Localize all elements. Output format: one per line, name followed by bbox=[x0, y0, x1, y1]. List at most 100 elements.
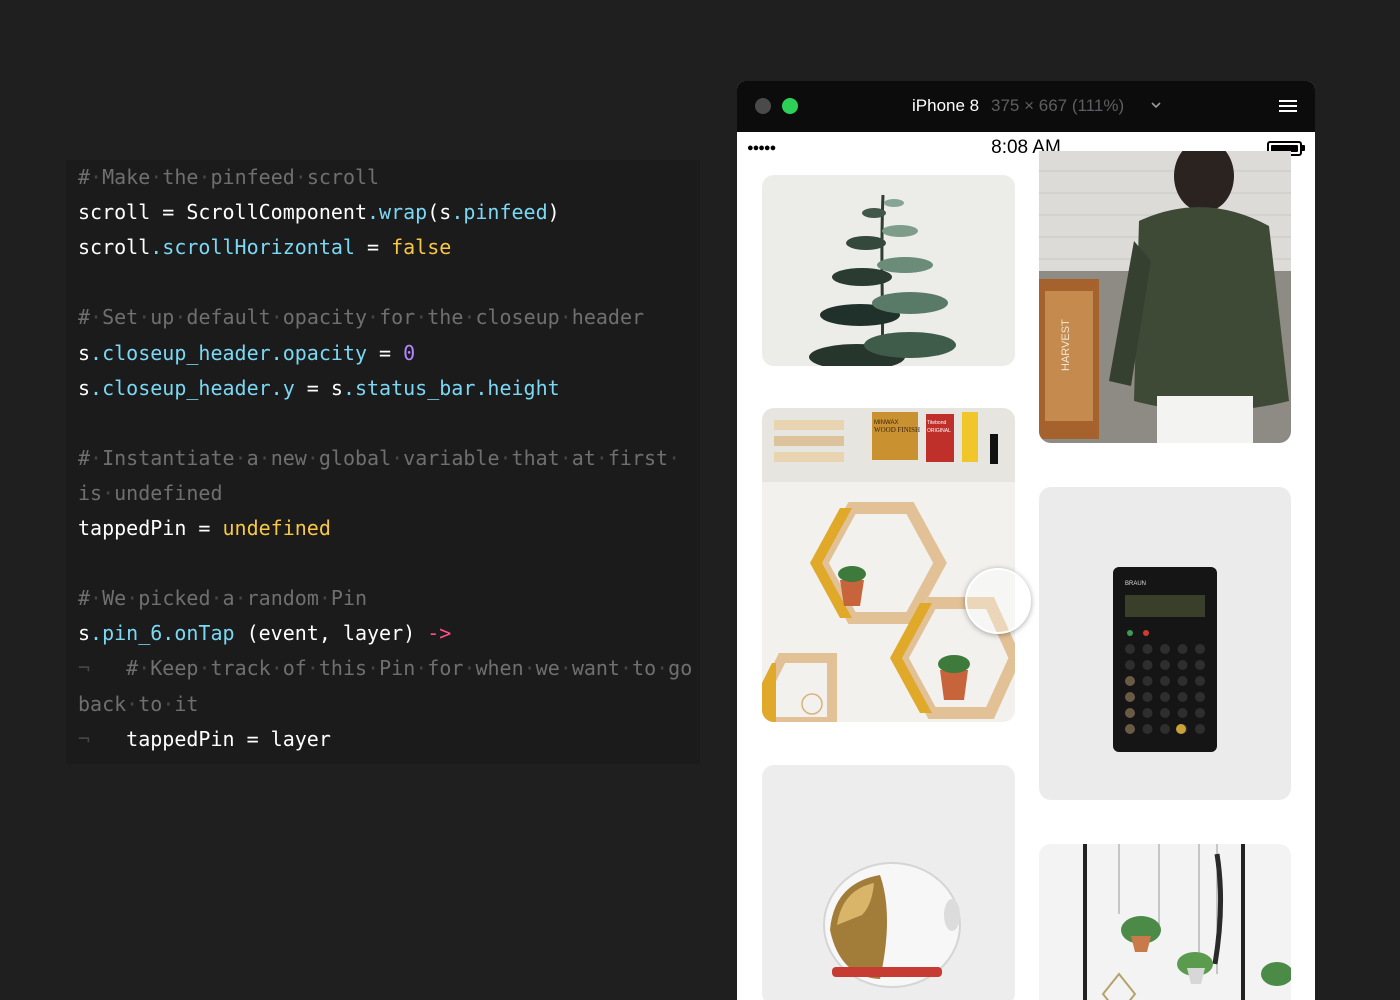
close-window-button[interactable] bbox=[755, 98, 771, 114]
svg-text:Titebond: Titebond bbox=[927, 420, 946, 426]
tap-cursor-indicator bbox=[965, 568, 1031, 634]
code-token: a bbox=[222, 586, 235, 611]
code-editor[interactable]: #·Make·the·pinfeed·scroll scroll = Scroll… bbox=[66, 160, 700, 764]
code-token: to bbox=[138, 691, 163, 716]
code-token: tappedPin = layer bbox=[126, 726, 331, 751]
code-line[interactable]: is·undefined bbox=[78, 476, 223, 511]
device-preview-window: iPhone 8 375 × 667 (111%) ●●●●● 8:08 AM bbox=[737, 81, 1315, 1000]
device-name[interactable]: iPhone 8 bbox=[912, 96, 979, 116]
whitespace-marker: · bbox=[90, 305, 103, 330]
code-token: up bbox=[150, 305, 175, 330]
whitespace-marker: · bbox=[318, 586, 331, 611]
code-line[interactable]: tappedPin = undefined bbox=[78, 511, 331, 546]
code-line[interactable]: #·Instantiate·a·new·global·variable·that… bbox=[78, 441, 680, 476]
pin-hanging-planters[interactable] bbox=[1039, 844, 1291, 1000]
astronaut-helmet-image bbox=[762, 765, 1015, 1000]
calculator-key bbox=[1177, 644, 1188, 654]
whitespace-marker: · bbox=[90, 445, 103, 470]
code-token: new bbox=[270, 445, 307, 470]
whitespace-marker: · bbox=[270, 305, 283, 330]
code-token: # bbox=[78, 445, 91, 470]
calculator-key bbox=[1195, 708, 1205, 718]
code-token: a bbox=[246, 445, 259, 470]
calculator-key bbox=[1125, 724, 1135, 734]
code-line[interactable]: s.closeup_header.opacity = 0 bbox=[78, 336, 415, 371]
code-token: for bbox=[379, 305, 416, 330]
code-token: # bbox=[78, 305, 91, 330]
calculator-key bbox=[1160, 692, 1170, 702]
whitespace-marker: · bbox=[559, 656, 572, 681]
code-token: pinfeed bbox=[210, 165, 295, 189]
code-token: default bbox=[186, 305, 271, 330]
code-token: .scrollHorizontal bbox=[150, 235, 355, 260]
whitespace-marker: ¬ bbox=[78, 656, 127, 681]
pin-astronaut-helmet[interactable] bbox=[762, 765, 1015, 1000]
code-line[interactable]: s.pin_6.onTap (event, layer) -> bbox=[78, 616, 451, 651]
code-token: .opacity bbox=[270, 340, 367, 365]
whitespace-marker: · bbox=[174, 305, 187, 330]
hanging-planters-image bbox=[1039, 844, 1291, 1000]
code-token: ) bbox=[547, 200, 560, 225]
code-token: .y bbox=[270, 375, 295, 400]
code-token: -> bbox=[427, 621, 452, 646]
whitespace-marker: · bbox=[306, 445, 319, 470]
whitespace-marker: · bbox=[102, 480, 115, 505]
whitespace-marker: · bbox=[415, 305, 428, 330]
code-line[interactable]: scroll = ScrollComponent.wrap(s.pinfeed) bbox=[78, 195, 560, 230]
device-size-label[interactable]: 375 × 667 (111%) bbox=[991, 96, 1124, 116]
zoom-window-button[interactable] bbox=[782, 98, 798, 114]
chevron-down-icon[interactable] bbox=[1149, 98, 1163, 112]
code-token: global bbox=[318, 445, 392, 470]
code-token: Make bbox=[102, 165, 151, 189]
svg-text:HARVEST: HARVEST bbox=[1060, 319, 1072, 371]
code-token: when bbox=[475, 656, 524, 681]
svg-text:ORIGINAL: ORIGINAL bbox=[927, 428, 951, 434]
whitespace-marker: · bbox=[656, 656, 669, 681]
code-token: scroll bbox=[78, 235, 151, 260]
whitespace-marker: · bbox=[463, 305, 476, 330]
calculator-key bbox=[1125, 644, 1135, 654]
whitespace-marker: · bbox=[415, 656, 428, 681]
code-line[interactable]: #·Make·the·pinfeed·scroll bbox=[78, 160, 379, 195]
code-token: = bbox=[367, 340, 404, 365]
pin-green-sweater[interactable]: HARVEST bbox=[1039, 151, 1291, 443]
whitespace-marker: · bbox=[210, 586, 223, 611]
whitespace-marker: · bbox=[162, 691, 175, 716]
whitespace-marker: · bbox=[198, 656, 211, 681]
code-token: tappedPin bbox=[78, 516, 187, 540]
calculator-key bbox=[1125, 660, 1135, 670]
code-token: s bbox=[330, 375, 343, 400]
code-line[interactable]: ¬ tappedPin = layer bbox=[78, 722, 331, 757]
code-token: scroll bbox=[78, 200, 151, 225]
code-token: want bbox=[571, 656, 620, 681]
code-token: undefined bbox=[222, 516, 331, 540]
pin-plant-stem[interactable] bbox=[762, 175, 1015, 366]
pin-calculator[interactable]: BRAUN bbox=[1039, 487, 1291, 800]
code-line[interactable]: ¬ #·Keep·track·of·this·Pin·for·when·we·w… bbox=[78, 651, 692, 686]
code-line[interactable]: scroll.scrollHorizontal = false bbox=[78, 230, 451, 265]
code-token: # bbox=[78, 586, 91, 611]
code-token: ScrollComponent bbox=[186, 200, 367, 225]
whitespace-marker: · bbox=[150, 165, 163, 189]
code-token: the bbox=[427, 305, 464, 330]
code-line[interactable]: back·to·it bbox=[78, 687, 198, 722]
whitespace-marker: ¬ bbox=[78, 726, 127, 751]
whitespace-marker: · bbox=[90, 165, 103, 189]
code-token: opacity bbox=[282, 305, 368, 330]
calculator-key bbox=[1177, 708, 1188, 718]
code-token: to bbox=[632, 656, 657, 681]
calculator-key bbox=[1125, 692, 1135, 702]
code-line[interactable]: #·Set·up·default·opacity·for·the·closeup… bbox=[78, 300, 644, 335]
code-token: Keep bbox=[150, 656, 199, 681]
whitespace-marker: · bbox=[138, 305, 151, 330]
code-token: = bbox=[294, 375, 331, 400]
code-token: 0 bbox=[403, 340, 416, 365]
code-line[interactable]: s.closeup_header.y = s.status_bar.height bbox=[78, 371, 560, 406]
pin-hexagon-shelves[interactable]: MINWAX WOOD FINISH Titebond ORIGINAL bbox=[762, 408, 1015, 722]
hamburger-menu-icon[interactable] bbox=[1278, 98, 1298, 114]
code-token: s bbox=[78, 340, 91, 365]
svg-text:BRAUN: BRAUN bbox=[1125, 581, 1146, 587]
code-token: header bbox=[571, 305, 645, 330]
code-token: variable bbox=[403, 445, 500, 470]
code-line[interactable]: #·We·picked·a·random·Pin bbox=[78, 581, 367, 616]
